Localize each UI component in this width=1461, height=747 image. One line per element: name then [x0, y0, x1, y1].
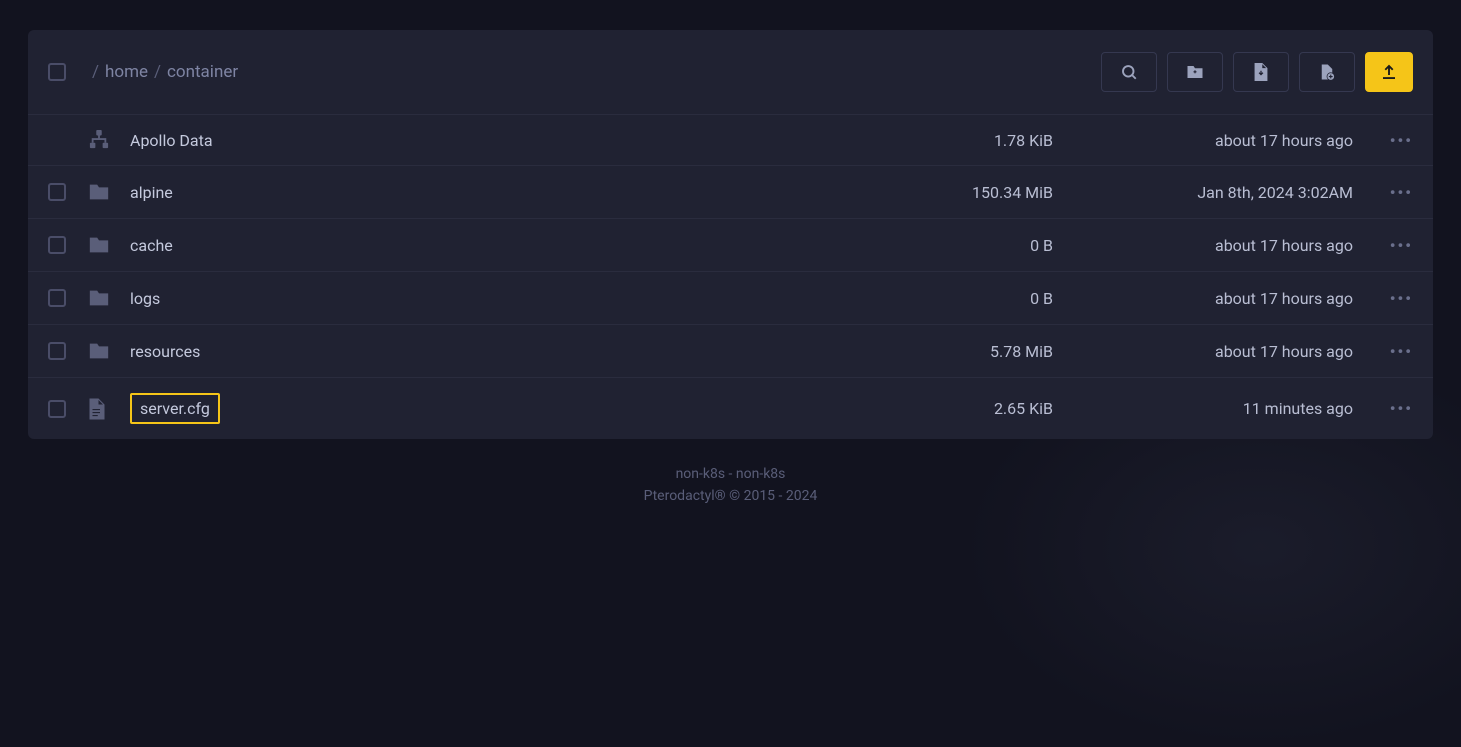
file-list: Apollo Data1.78 KiBabout 17 hours ago•••… — [28, 115, 1433, 439]
file-plus-icon — [1318, 63, 1336, 81]
folder-icon — [88, 181, 130, 203]
row-checkbox[interactable] — [48, 400, 66, 418]
toolbar-buttons — [1101, 52, 1413, 92]
file-row[interactable]: Apollo Data1.78 KiBabout 17 hours ago••• — [28, 115, 1433, 165]
file-name[interactable]: logs — [130, 289, 873, 308]
file-name[interactable]: resources — [130, 342, 873, 361]
footer: non-k8s - non-k8s Pterodactyl® © 2015 - … — [0, 463, 1461, 508]
row-checkbox[interactable] — [48, 342, 66, 360]
row-menu-button[interactable]: ••• — [1353, 289, 1413, 308]
file-name[interactable]: cache — [130, 236, 873, 255]
file-size: 5.78 MiB — [873, 342, 1053, 361]
file-row[interactable]: logs0 Babout 17 hours ago••• — [28, 271, 1433, 324]
file-modified: Jan 8th, 2024 3:02AM — [1053, 183, 1353, 202]
upload-icon — [1380, 63, 1398, 81]
file-row[interactable]: alpine150.34 MiBJan 8th, 2024 3:02AM••• — [28, 165, 1433, 218]
breadcrumb-sep: / — [154, 62, 161, 82]
new-file-button[interactable] — [1299, 52, 1355, 92]
row-menu-button[interactable]: ••• — [1353, 236, 1413, 255]
file-download-icon — [1253, 63, 1269, 81]
row-menu-button[interactable]: ••• — [1353, 131, 1413, 150]
network-icon — [88, 130, 130, 150]
upload-button[interactable] — [1365, 52, 1413, 92]
file-size: 0 B — [873, 289, 1053, 308]
file-row[interactable]: cache0 Babout 17 hours ago••• — [28, 218, 1433, 271]
file-modified: about 17 hours ago — [1053, 131, 1353, 150]
row-checkbox[interactable] — [48, 289, 66, 307]
file-icon — [88, 398, 130, 420]
footer-line2: Pterodactyl® © 2015 - 2024 — [0, 485, 1461, 507]
file-modified: 11 minutes ago — [1053, 399, 1353, 418]
toolbar: / home / container — [28, 30, 1433, 115]
file-name[interactable]: Apollo Data — [130, 131, 873, 150]
row-menu-button[interactable]: ••• — [1353, 183, 1413, 202]
breadcrumb: / home / container — [92, 62, 238, 82]
file-size: 0 B — [873, 236, 1053, 255]
footer-line1: non-k8s - non-k8s — [0, 463, 1461, 485]
file-name[interactable]: server.cfg — [130, 393, 873, 424]
folder-icon — [88, 340, 130, 362]
file-row[interactable]: resources5.78 MiBabout 17 hours ago••• — [28, 324, 1433, 377]
breadcrumb-sep: / — [92, 62, 99, 82]
file-size: 2.65 KiB — [873, 399, 1053, 418]
row-checkbox[interactable] — [48, 183, 66, 201]
search-button[interactable] — [1101, 52, 1157, 92]
breadcrumb-home[interactable]: home — [105, 62, 148, 82]
row-menu-button[interactable]: ••• — [1353, 342, 1413, 361]
file-name[interactable]: alpine — [130, 183, 873, 202]
folder-plus-icon — [1186, 63, 1204, 81]
select-all-checkbox[interactable] — [48, 63, 66, 81]
file-size: 1.78 KiB — [873, 131, 1053, 150]
file-modified: about 17 hours ago — [1053, 342, 1353, 361]
file-modified: about 17 hours ago — [1053, 289, 1353, 308]
breadcrumb-container[interactable]: container — [167, 62, 238, 82]
search-icon — [1120, 63, 1138, 81]
download-button[interactable] — [1233, 52, 1289, 92]
file-row[interactable]: server.cfg2.65 KiB11 minutes ago••• — [28, 377, 1433, 439]
new-folder-button[interactable] — [1167, 52, 1223, 92]
file-size: 150.34 MiB — [873, 183, 1053, 202]
file-modified: about 17 hours ago — [1053, 236, 1353, 255]
folder-icon — [88, 234, 130, 256]
folder-icon — [88, 287, 130, 309]
file-manager-panel: / home / container Apollo Data1.78 KiBab… — [28, 30, 1433, 439]
row-menu-button[interactable]: ••• — [1353, 399, 1413, 418]
row-checkbox[interactable] — [48, 236, 66, 254]
